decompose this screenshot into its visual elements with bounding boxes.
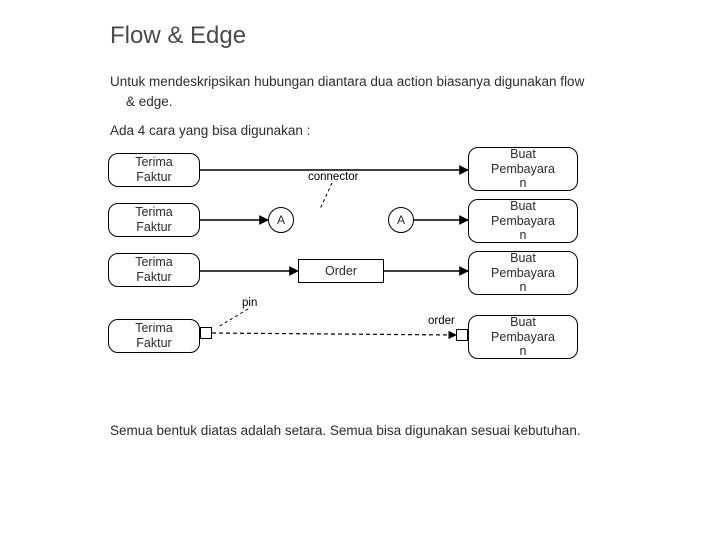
order-param-label: order bbox=[428, 315, 455, 327]
activity-terima-faktur-2: TerimaFaktur bbox=[108, 203, 200, 237]
activity-buat-pembayaran-3: BuatPembayaran bbox=[468, 251, 578, 295]
intro-text-2: & edge. bbox=[110, 92, 662, 112]
intro-paragraph: Untuk mendeskripsikan hubungan diantara … bbox=[110, 72, 692, 111]
intro-text-1: Untuk mendeskripsikan hubungan diantara … bbox=[110, 74, 584, 89]
activity-terima-faktur-4: TerimaFaktur bbox=[108, 319, 200, 353]
activity-buat-pembayaran-2: BuatPembayaran bbox=[468, 199, 578, 243]
flow-diagram: TerimaFaktur BuatPembayaran connector Te… bbox=[108, 151, 668, 391]
pin-out-box bbox=[200, 327, 212, 339]
connector-circle-a1: A bbox=[268, 207, 294, 233]
slide-title: Flow & Edge bbox=[110, 22, 692, 50]
activity-buat-pembayaran-4: BuatPembayaran bbox=[468, 315, 578, 359]
activity-terima-faktur-1: TerimaFaktur bbox=[108, 153, 200, 187]
intro-paragraph-2: Ada 4 cara yang bisa digunakan : bbox=[110, 121, 692, 141]
connector-circle-a2: A bbox=[388, 207, 414, 233]
object-order-box: Order bbox=[298, 259, 384, 283]
slide: Flow & Edge Untuk mendeskripsikan hubung… bbox=[0, 0, 720, 540]
footer-text: Semua bentuk diatas adalah setara. Semua… bbox=[110, 423, 692, 438]
activity-terima-faktur-3: TerimaFaktur bbox=[108, 253, 200, 287]
pin-in-box bbox=[456, 329, 468, 341]
pin-label: pin bbox=[242, 297, 257, 309]
connector-label: connector bbox=[308, 171, 359, 183]
activity-buat-pembayaran-1: BuatPembayaran bbox=[468, 147, 578, 191]
